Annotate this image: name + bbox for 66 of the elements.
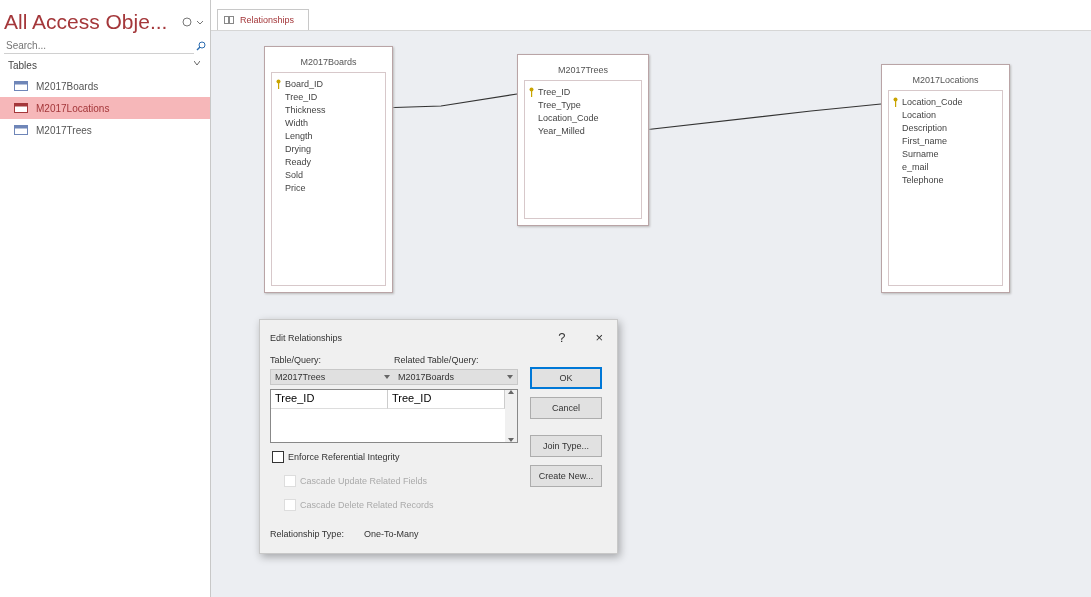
field-name[interactable]: Year_Milled	[538, 125, 585, 136]
scroll-down-icon[interactable]	[508, 438, 514, 442]
table-dropdown[interactable]: M2017Trees	[271, 370, 394, 384]
field-name[interactable]: Sold	[285, 169, 303, 180]
table-title: M2017Trees	[556, 64, 610, 77]
key-icon	[276, 78, 281, 89]
related-table-dropdown[interactable]: M2017Boards	[394, 370, 517, 384]
document-tab[interactable]: Relationships	[217, 9, 310, 30]
checkbox-label: Cascade Delete Related Records	[300, 500, 434, 510]
table-card[interactable]: M2017Boards Board_ID Tree_ID Thickness Width Length Drying Ready Sold Price	[264, 46, 393, 293]
search-field[interactable]: Search...	[4, 38, 194, 54]
checkbox-label: Cascade Update Related Fields	[300, 476, 428, 486]
field-name[interactable]: Tree_ID	[538, 86, 571, 97]
checkbox[interactable]	[272, 451, 284, 463]
scroll-up-icon[interactable]	[508, 390, 514, 394]
relationships-icon	[224, 16, 234, 24]
field-name[interactable]: Board_ID	[285, 78, 324, 89]
dialog-button[interactable]: Create New...	[530, 465, 602, 487]
relationship-type-value: One-To-Many	[363, 529, 419, 539]
field-name[interactable]: Tree_ID	[285, 91, 318, 102]
field-name[interactable]: Width	[285, 117, 308, 128]
field-name[interactable]: Location_Code	[902, 96, 963, 107]
caret-icon	[507, 375, 513, 379]
menu-icon[interactable]	[182, 17, 204, 27]
field-name[interactable]: Location	[902, 109, 937, 120]
nav-item[interactable]: M2017Trees	[0, 119, 210, 141]
key-icon	[893, 96, 898, 107]
related-table-label: Related Table/Query:	[394, 355, 480, 365]
field-name[interactable]: Telephone	[902, 174, 944, 185]
help-button[interactable]: ?	[554, 330, 570, 345]
table-icon	[14, 103, 28, 113]
table-icon	[14, 81, 28, 91]
field-name[interactable]: Location_Code	[538, 112, 599, 123]
field-name[interactable]: Description	[902, 122, 948, 133]
caret-icon	[384, 375, 390, 379]
relationship-type-label: Relationship Type:	[270, 529, 344, 539]
nav-item[interactable]: M2017Boards	[0, 75, 210, 97]
table-card[interactable]: M2017Trees Tree_ID Tree_Type Location_Code Year_Milled	[517, 54, 649, 226]
checkbox-label: Enforce Referential Integrity	[288, 452, 400, 462]
table-card[interactable]: M2017Locations Location_Code Location Description First_name Surname e_mail Telephone	[881, 64, 1010, 293]
nav-item[interactable]: M2017Locations	[0, 97, 210, 119]
dialog-title: Edit Relationships	[270, 332, 343, 343]
dialog-button[interactable]: Cancel	[530, 397, 602, 419]
field-name[interactable]: e_mail	[902, 161, 929, 172]
field-name[interactable]: Length	[285, 130, 313, 141]
dialog-button[interactable]: OK	[530, 367, 602, 389]
search-icon	[196, 41, 206, 51]
group-label: Tables	[8, 60, 37, 71]
field-name[interactable]: Price	[285, 182, 306, 193]
field-name[interactable]: Drying	[285, 143, 311, 154]
field-name[interactable]: Thickness	[285, 104, 326, 115]
field-name[interactable]: First_name	[902, 135, 947, 146]
field-name[interactable]: Tree_Type	[538, 99, 581, 110]
close-button[interactable]: ×	[591, 330, 607, 345]
grid-cell[interactable]: Tree_ID	[271, 390, 388, 409]
key-icon	[529, 86, 534, 97]
collapse-icon[interactable]	[194, 60, 200, 66]
pane-title: All Access Obje...	[4, 10, 168, 34]
field-name[interactable]: Ready	[285, 156, 311, 167]
scrollbar[interactable]	[505, 390, 517, 442]
table-icon	[14, 125, 28, 135]
table-title: M2017Boards	[299, 56, 358, 69]
table-label: Table/Query:	[270, 355, 323, 365]
table-title: M2017Locations	[911, 74, 980, 87]
dialog-button[interactable]: Join Type...	[530, 435, 602, 457]
field-name[interactable]: Surname	[902, 148, 939, 159]
